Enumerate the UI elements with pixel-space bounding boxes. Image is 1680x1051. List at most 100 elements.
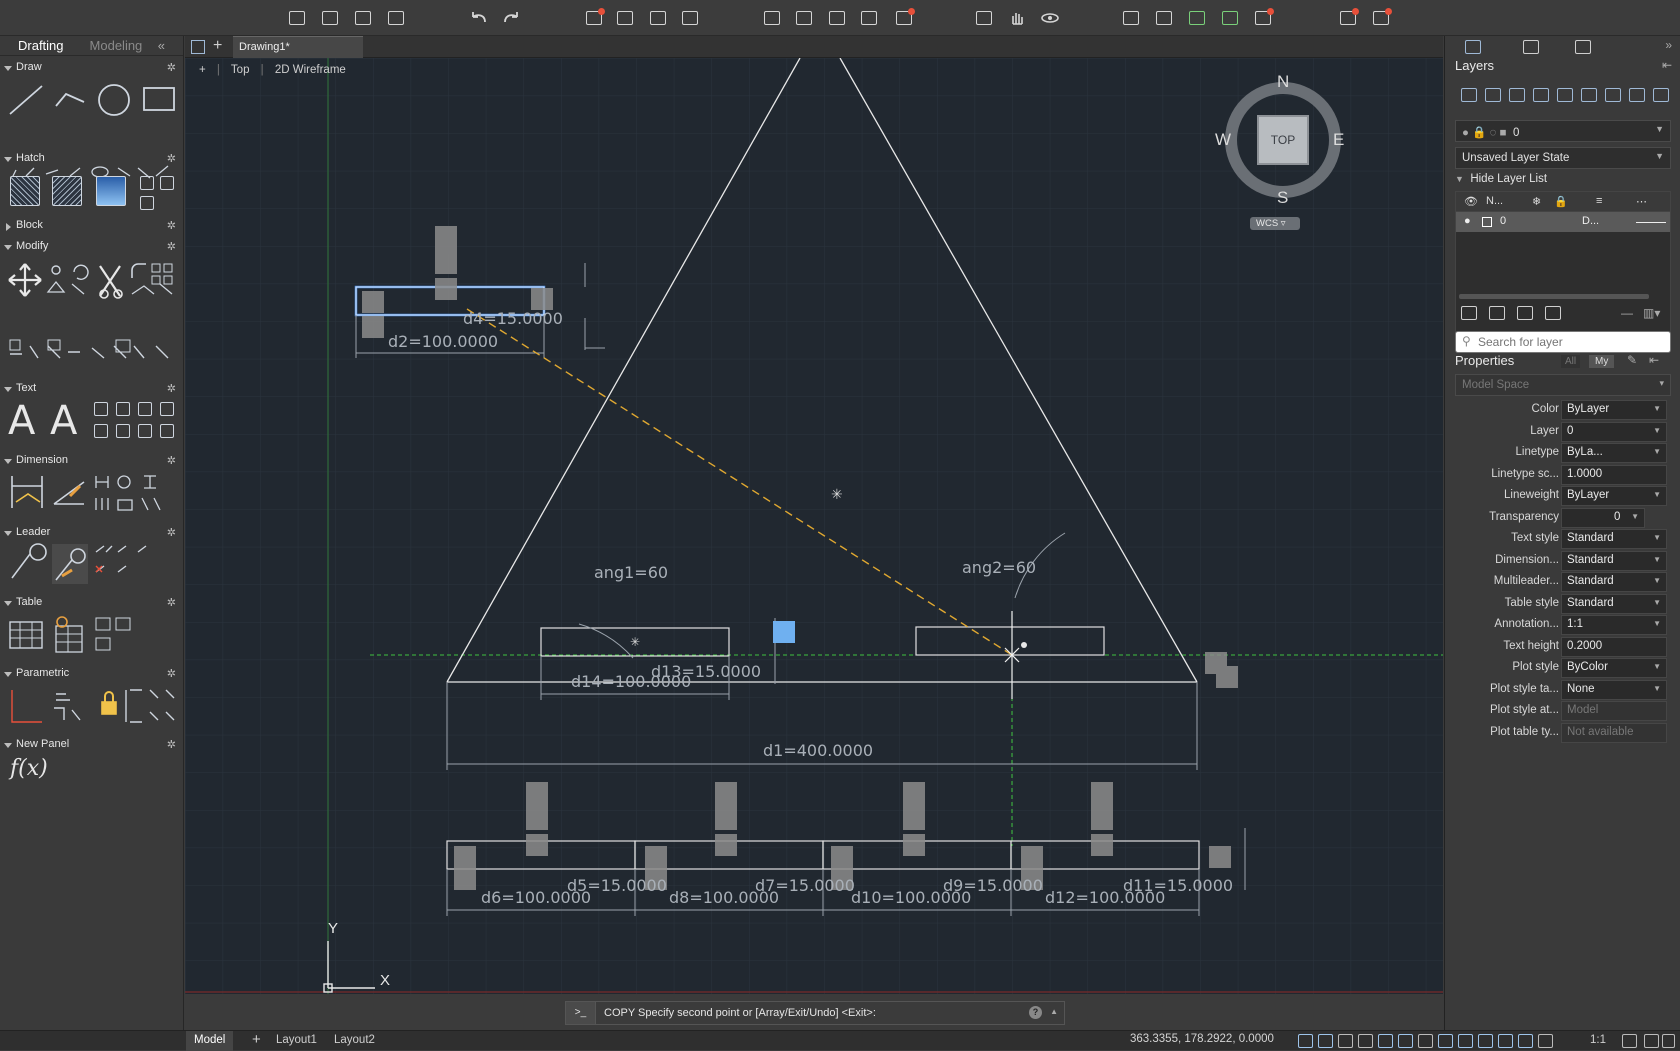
layer-walk-icon[interactable]: [1153, 8, 1175, 28]
zoom-window-icon[interactable]: [973, 8, 995, 28]
3d-osnap-icon[interactable]: [1478, 1034, 1493, 1048]
property-value[interactable]: Standard ▼: [1561, 550, 1667, 571]
space-dropdown[interactable]: Model Space ▾: [1455, 374, 1671, 396]
dropdown-arrow-icon[interactable]: ▼: [1653, 684, 1661, 693]
selection-cycling-icon[interactable]: [1458, 1034, 1473, 1048]
dropdown-arrow-icon[interactable]: ▼: [1653, 490, 1661, 499]
polar-icon[interactable]: [1378, 1034, 1393, 1048]
layer-search-input[interactable]: [1478, 334, 1666, 350]
tab-model[interactable]: Model: [186, 1031, 234, 1051]
single-line-text-icon[interactable]: A: [50, 398, 77, 444]
history-toggle-icon[interactable]: ▲: [1050, 1007, 1058, 1016]
viewcube-top-face[interactable]: TOP: [1257, 115, 1309, 165]
dimension-d6[interactable]: d6=100.0000: [481, 888, 591, 907]
collapse-palette-icon[interactable]: «: [158, 38, 165, 53]
parametric-tools-icons[interactable]: [8, 686, 180, 732]
active-grip[interactable]: [773, 621, 795, 643]
text-style-icon[interactable]: [94, 402, 108, 416]
layer-row[interactable]: ● 0 D...: [1456, 212, 1670, 232]
visual-style-control[interactable]: 2D Wireframe: [275, 64, 346, 76]
layer-freeze-icon[interactable]: [1605, 88, 1621, 102]
annotation-scale-value[interactable]: 1:1: [1590, 1034, 1606, 1046]
tab-layout2[interactable]: Layout2: [326, 1031, 383, 1051]
dimension-d10[interactable]: d10=100.0000: [851, 888, 971, 907]
panel-parametric-title[interactable]: Parametric ✲: [0, 667, 184, 683]
gear-icon[interactable]: ✲: [167, 667, 176, 680]
dropdown-arrow-icon[interactable]: ▼: [1653, 555, 1661, 564]
pdf-text-icon[interactable]: [160, 424, 174, 438]
panel-newpanel-title[interactable]: New Panel ✲: [0, 738, 184, 754]
panel-modify-title[interactable]: Modify ✲: [0, 240, 184, 256]
multiline-text-icon[interactable]: A: [8, 398, 35, 444]
layers-tab-icon[interactable]: [1465, 40, 1481, 54]
dimension-d4[interactable]: d4=15.0000: [463, 309, 563, 328]
column-menu-icon[interactable]: ▥▾: [1643, 306, 1660, 320]
dropdown-arrow-icon[interactable]: ▼: [1653, 619, 1661, 628]
filter-my[interactable]: My: [1589, 355, 1615, 368]
pan-icon[interactable]: [1006, 8, 1028, 28]
dynamic-ucs-icon[interactable]: [1498, 1034, 1513, 1048]
tool-palette-icon[interactable]: [1337, 8, 1359, 28]
property-value[interactable]: ByLa... ▼: [1561, 443, 1667, 463]
annotation-visibility-icon[interactable]: [1518, 1034, 1533, 1048]
property-value[interactable]: ByLayer ▼: [1561, 486, 1667, 506]
transparency-icon[interactable]: [1438, 1034, 1453, 1048]
freeze-column-icon[interactable]: ❄: [1532, 195, 1541, 208]
dropdown-arrow-icon[interactable]: ▼: [1653, 576, 1661, 585]
compass-s[interactable]: S: [1277, 188, 1288, 208]
panel-table-title[interactable]: Table ✲: [0, 596, 184, 612]
dropdown-arrow-icon[interactable]: ▼: [1653, 598, 1661, 607]
publish-icon[interactable]: [826, 8, 848, 28]
dropdown-arrow-icon[interactable]: ▼: [1653, 662, 1661, 671]
property-value[interactable]: ByColor ▼: [1561, 658, 1667, 678]
page-setup-icon[interactable]: [679, 8, 701, 28]
workspace-switch-icon[interactable]: [1622, 1034, 1637, 1048]
wipeout-icon[interactable]: [160, 176, 174, 190]
new-tab-icon[interactable]: +: [213, 37, 222, 55]
help-icon[interactable]: ?: [1029, 1006, 1042, 1019]
xref-icon[interactable]: [893, 8, 915, 28]
gear-icon[interactable]: ✲: [167, 219, 176, 232]
panel-hatch-title[interactable]: Hatch ✲: [0, 152, 184, 168]
snap-icon[interactable]: [1338, 1034, 1353, 1048]
dimension-d8[interactable]: d8=100.0000: [669, 888, 779, 907]
osnap-tracking-icon[interactable]: [1398, 1034, 1413, 1048]
layer-folder-icon[interactable]: [1545, 306, 1561, 320]
find-text-icon[interactable]: [138, 402, 152, 416]
property-value[interactable]: Standard ▼: [1561, 529, 1667, 549]
redo-icon[interactable]: [500, 8, 522, 28]
leader-tools-icons[interactable]: [8, 542, 180, 588]
property-value[interactable]: ByLayer ▼: [1561, 400, 1667, 420]
draw-tools-icons[interactable]: [6, 80, 178, 184]
layer-state-dropdown[interactable]: Unsaved Layer State ▼: [1455, 147, 1671, 169]
add-layout-icon[interactable]: +: [244, 1031, 269, 1051]
design-center-icon[interactable]: [1370, 8, 1392, 28]
dimension-d12[interactable]: d12=100.0000: [1045, 888, 1165, 907]
hide-layer-list-toggle[interactable]: ▼ Hide Layer List: [1455, 173, 1547, 185]
properties-pin-icon[interactable]: ⇤: [1649, 353, 1659, 367]
grid-icon[interactable]: [1318, 1034, 1333, 1048]
grid-view-icon[interactable]: [191, 40, 205, 54]
property-value[interactable]: Standard ▼: [1561, 593, 1667, 614]
new-layer-frozen-icon[interactable]: [1485, 88, 1501, 102]
expand-panel-icon[interactable]: »: [1665, 38, 1672, 52]
compass-w[interactable]: W: [1215, 130, 1231, 150]
visibility-icon[interactable]: 👁: [1464, 195, 1478, 208]
layer-open-icon[interactable]: [1517, 306, 1533, 320]
compass-e[interactable]: E: [1333, 130, 1344, 150]
viewcube[interactable]: N S E W TOP WCS ▿: [1215, 72, 1351, 232]
boundary-icon[interactable]: [96, 176, 126, 206]
gear-icon[interactable]: ✲: [167, 526, 176, 539]
gear-icon[interactable]: ✲: [167, 240, 176, 253]
set-current-icon[interactable]: [1533, 88, 1549, 102]
tab-modeling[interactable]: Modeling: [90, 38, 143, 53]
annotation-scale-icon[interactable]: [1538, 1034, 1553, 1048]
gear-icon[interactable]: ✲: [167, 382, 176, 395]
panel-dimension-title[interactable]: Dimension ✲: [0, 454, 184, 470]
viewport-menu[interactable]: +: [199, 64, 206, 76]
plot-icon[interactable]: [583, 8, 605, 28]
attach-icon[interactable]: [858, 8, 880, 28]
customization-icon[interactable]: [1662, 1034, 1675, 1048]
filter-all[interactable]: All: [1561, 355, 1581, 368]
gear-icon[interactable]: ✲: [167, 738, 176, 751]
